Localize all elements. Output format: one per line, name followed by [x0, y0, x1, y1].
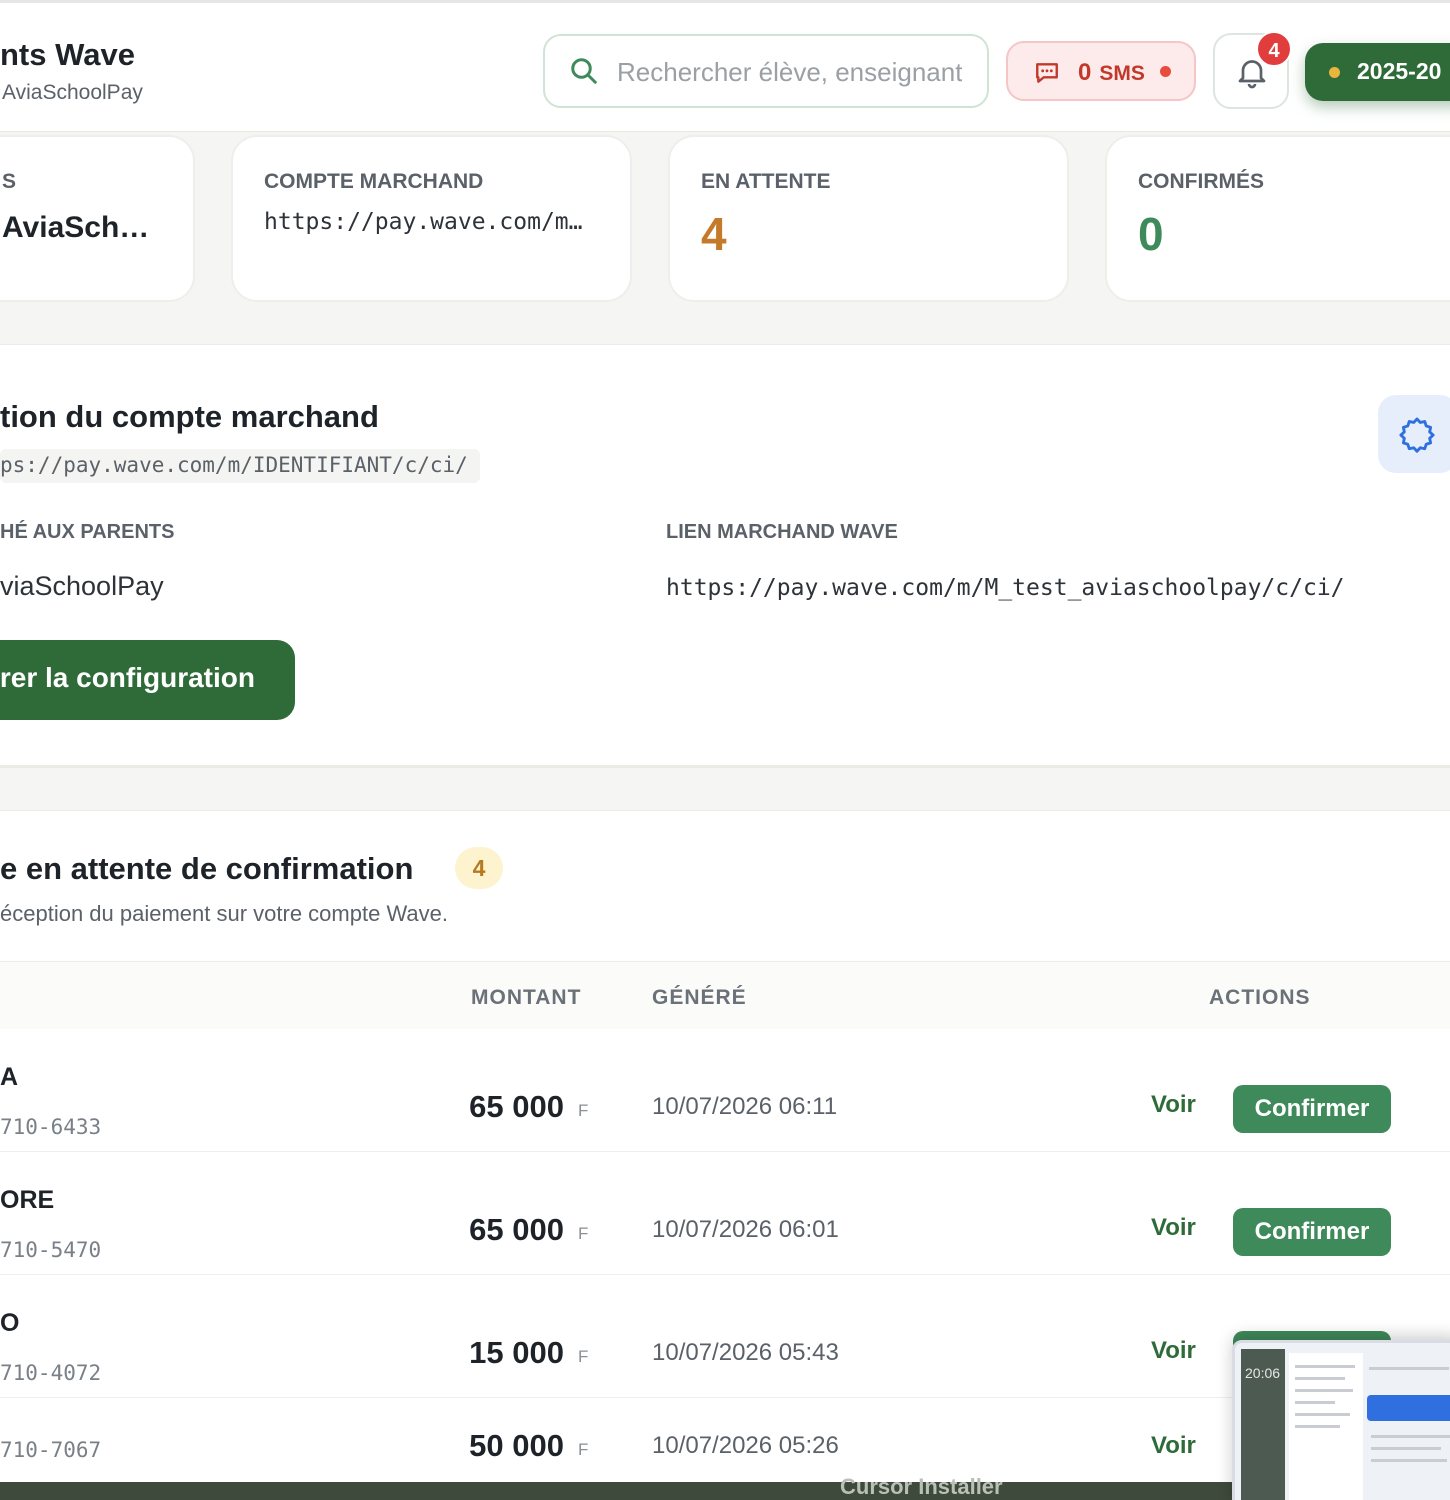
payment-reference: 710-4072	[0, 1361, 102, 1385]
currency-label: F	[578, 1224, 589, 1243]
stat-label: COMPTE MARCHAND	[264, 170, 484, 193]
stat-card-confirmed: CONFIRMÉS 0	[1105, 135, 1450, 302]
thumbnail-line	[1295, 1389, 1353, 1392]
stat-label: CONFIRMÉS	[1138, 170, 1264, 193]
column-header-actions: ACTIONS	[1209, 986, 1311, 1009]
merchant-link-value[interactable]: https://pay.wave.com/m/M_test_aviaschool…	[666, 575, 1345, 601]
currency-label: F	[578, 1101, 589, 1120]
stat-card-merchant-account: COMPTE MARCHAND https://pay.wave.com/m…	[231, 135, 632, 302]
view-link[interactable]: Voir	[1151, 1432, 1196, 1460]
confirm-button[interactable]: Confirmer	[1233, 1085, 1391, 1133]
school-name: AviaSchoolPay	[2, 81, 143, 104]
currency-label: F	[578, 1440, 589, 1459]
student-name: ORE	[0, 1186, 55, 1214]
merchant-config-section: tion du compte marchand ps://pay.wave.co…	[0, 344, 1450, 768]
payment-reference: 710-6433	[0, 1115, 102, 1139]
save-config-button[interactable]: rer la configuration	[0, 640, 295, 720]
payment-amount: 65 000	[469, 1089, 564, 1124]
desktop-strip: Cursor Installer	[0, 1474, 1232, 1500]
payment-amount: 50 000	[469, 1428, 564, 1463]
currency-label: F	[578, 1347, 589, 1366]
thumbnail-line	[1371, 1459, 1447, 1462]
message-icon	[1036, 63, 1058, 83]
sms-status-dot	[1160, 66, 1171, 77]
section-title: tion du compte marchand	[0, 399, 379, 434]
section-title: e en attente de confirmation	[0, 851, 414, 886]
screenshot-thumbnail[interactable]: 20:06	[1232, 1340, 1450, 1500]
search-box[interactable]	[543, 34, 989, 108]
payment-reference: 710-5470	[0, 1238, 102, 1262]
page-title: nts Wave	[0, 37, 135, 72]
generated-date: 10/07/2026 05:26	[652, 1432, 839, 1459]
search-input[interactable]	[617, 54, 962, 90]
stat-value: https://pay.wave.com/m…	[264, 209, 583, 235]
thumbnail-line	[1295, 1365, 1355, 1368]
year-status-dot	[1329, 67, 1340, 78]
generated-date: 10/07/2026 05:43	[652, 1339, 839, 1366]
top-header: nts Wave AviaSchoolPay 0 SMS 4 2025-20	[0, 0, 1450, 132]
thumbnail-line	[1369, 1367, 1449, 1370]
student-name: A	[0, 1063, 19, 1091]
stat-label: EN ATTENTE	[701, 170, 831, 193]
sms-count: 0	[1078, 59, 1092, 86]
save-config-label: rer la configuration	[0, 662, 255, 693]
thumbnail-line	[1295, 1377, 1345, 1380]
generated-date: 10/07/2026 06:01	[652, 1216, 839, 1243]
school-year-selector[interactable]: 2025-20	[1305, 43, 1450, 101]
payment-reference: 710-7067	[0, 1438, 102, 1462]
payment-amount: 15 000	[469, 1335, 564, 1370]
stat-card-pending: EN ATTENTE 4	[668, 135, 1069, 302]
installer-label: Cursor Installer	[840, 1474, 1003, 1499]
table-header: MONTANT GÉNÉRÉ ACTIONS	[0, 961, 1450, 1029]
view-link[interactable]: Voir	[1151, 1214, 1196, 1242]
thumbnail-line	[1371, 1435, 1450, 1438]
pending-count-badge: 4	[455, 847, 503, 889]
merchant-link-label: LIEN MARCHAND WAVE	[666, 521, 898, 543]
settings-button[interactable]	[1378, 395, 1450, 473]
thumbnail-line	[1295, 1401, 1335, 1404]
gear-icon	[1399, 417, 1435, 453]
student-name: O	[0, 1309, 20, 1337]
display-name-label: HÉ AUX PARENTS	[0, 521, 175, 543]
stat-value: AviaSch…	[2, 211, 150, 244]
url-format-hint: ps://pay.wave.com/m/IDENTIFIANT/c/ci/	[0, 449, 480, 483]
view-link[interactable]: Voir	[1151, 1337, 1196, 1365]
section-subtitle: éception du paiement sur votre compte Wa…	[0, 901, 448, 926]
notification-badge: 4	[1256, 31, 1292, 67]
stat-value: 0	[1138, 208, 1164, 260]
thumbnail-line	[1371, 1447, 1441, 1450]
generated-date: 10/07/2026 06:11	[652, 1093, 838, 1120]
view-link[interactable]: Voir	[1151, 1091, 1196, 1119]
table-row: A 710-6433 65 000 F 10/07/2026 06:11 Voi…	[0, 1029, 1450, 1152]
thumbnail-line	[1295, 1413, 1350, 1416]
column-header-amount: MONTANT	[471, 986, 582, 1009]
column-header-generated: GÉNÉRÉ	[652, 986, 747, 1009]
confirm-button[interactable]: Confirmer	[1233, 1208, 1391, 1256]
thumbnail-clock: 20:06	[1245, 1365, 1281, 1381]
sms-label: SMS	[1099, 62, 1145, 85]
thumbnail-highlight	[1367, 1395, 1450, 1421]
school-year-label: 2025-20	[1357, 58, 1442, 84]
table-row: ORE 710-5470 65 000 F 10/07/2026 06:01 V…	[0, 1152, 1450, 1275]
stat-label: S	[2, 170, 17, 193]
stat-card-school: S AviaSch…	[0, 135, 195, 302]
payment-amount: 65 000	[469, 1212, 564, 1247]
thumbnail-line	[1295, 1425, 1340, 1428]
search-icon	[571, 58, 597, 84]
stat-value: 4	[701, 208, 727, 260]
display-name-value[interactable]: viaSchoolPay	[0, 571, 164, 602]
